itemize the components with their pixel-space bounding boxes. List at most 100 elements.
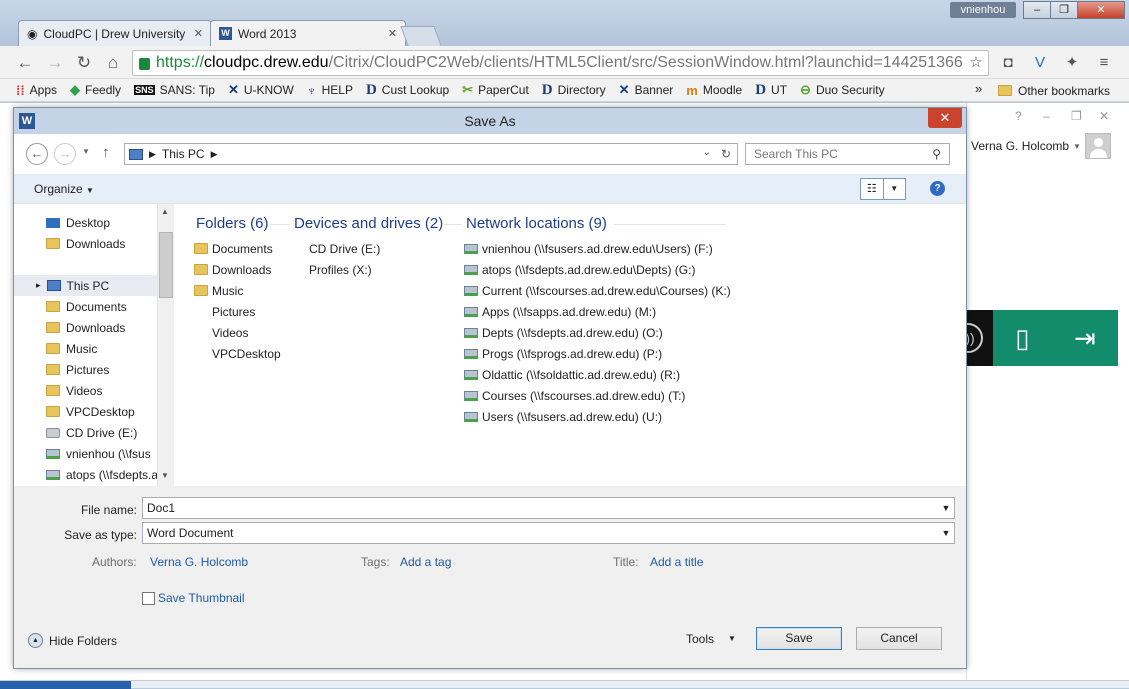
bookmarks-overflow-icon[interactable]: » [975, 81, 982, 96]
search-input[interactable]: Search This PC ⚲ [745, 143, 950, 165]
profile-badge[interactable]: vnienhou [950, 2, 1016, 18]
bookmark-duo[interactable]: ⊖ Duo Security [800, 82, 885, 98]
home-icon[interactable]: ⌂ [102, 52, 124, 74]
authors-value[interactable]: Verna G. Holcomb [150, 555, 248, 569]
forward-icon[interactable]: → [54, 143, 76, 165]
group-header-network[interactable]: Network locations (9) [466, 215, 607, 232]
forward-icon[interactable]: → [44, 52, 66, 74]
hide-folders-button[interactable]: ▲ Hide Folders [28, 633, 117, 648]
scroll-down-icon[interactable]: ▼ [161, 471, 169, 480]
up-icon[interactable]: ↑ [102, 144, 110, 161]
recent-locations-icon[interactable]: ▼ [82, 147, 90, 156]
new-tab-button[interactable] [400, 26, 442, 46]
network-item[interactable]: Depts (\\fsdepts.ad.drew.edu) (O:) [464, 322, 731, 343]
folders-item[interactable]: Music [194, 280, 281, 301]
network-item[interactable]: Current (\\fscourses.ad.drew.edu\Courses… [464, 280, 731, 301]
save-thumbnail-checkbox[interactable] [142, 592, 155, 605]
nav-item[interactable]: Pictures [14, 359, 157, 380]
devices-item[interactable]: Profiles (X:) [309, 259, 380, 280]
tab-cloudpc[interactable]: ◉ CloudPC | Drew University ✕ [18, 20, 212, 46]
tab-close-icon[interactable]: ✕ [194, 27, 203, 40]
folders-item[interactable]: Downloads [194, 259, 281, 280]
chevron-down-icon[interactable]: ▼ [938, 503, 954, 513]
nav-item[interactable]: atops (\\fsdepts.a [14, 464, 157, 485]
tab-close-icon[interactable]: ✕ [388, 27, 397, 40]
nav-item[interactable]: Music [14, 338, 157, 359]
folders-item[interactable]: VPCDesktop [194, 343, 281, 364]
scroll-up-icon[interactable]: ▲ [161, 207, 169, 216]
minimize-icon[interactable]: – [1043, 109, 1050, 123]
pocket-icon[interactable]: ◘ [998, 53, 1018, 73]
nav-item[interactable]: vnienhou (\\fsus [14, 443, 157, 464]
tab-word-2013[interactable]: W Word 2013 ✕ [210, 20, 406, 46]
extension-v-icon[interactable]: V [1030, 53, 1050, 73]
minimize-icon[interactable]: – [1023, 1, 1051, 19]
bookmark-apps[interactable]: ⁞⁞ Apps [16, 83, 57, 98]
other-bookmarks[interactable]: Other bookmarks [998, 79, 1110, 102]
nav-item[interactable]: Downloads [14, 317, 157, 338]
save-thumbnail-label[interactable]: Save Thumbnail [158, 591, 245, 605]
disconnect-icon[interactable]: ⇥ [1074, 323, 1096, 354]
expand-icon[interactable]: ▸ [36, 280, 41, 291]
bookmark-moodle[interactable]: m Moodle [686, 83, 742, 98]
location-breadcrumb[interactable]: ▶ This PC ▶ ⌄ ↻ [124, 143, 738, 165]
save-type-select[interactable]: Word Document ▼ [142, 522, 955, 544]
clipboard-icon[interactable]: ▯ [1015, 323, 1029, 354]
network-item[interactable]: Courses (\\fscourses.ad.drew.edu) (T:) [464, 385, 731, 406]
bookmark-u-know[interactable]: ✕ U-KNOW [228, 82, 294, 98]
extension-icon[interactable]: ✦ [1062, 53, 1082, 73]
network-item[interactable]: Users (\\fsusers.ad.drew.edu) (U:) [464, 406, 731, 427]
bookmark-papercut[interactable]: ✂ PaperCut [462, 82, 529, 98]
bookmark-sans[interactable]: SNS SANS: Tip [134, 83, 215, 97]
network-item[interactable]: Oldattic (\\fsoldattic.ad.drew.edu) (R:) [464, 364, 731, 385]
nav-item[interactable]: Desktop [14, 212, 157, 233]
nav-item[interactable]: Videos [14, 380, 157, 401]
bookmark-star-icon[interactable]: ☆ [966, 53, 986, 73]
close-window-icon[interactable]: ✕ [1077, 1, 1125, 19]
bookmark-banner[interactable]: ✕ Banner [619, 82, 674, 98]
nav-item[interactable]: CD Drive (E:) [14, 422, 157, 443]
nav-scrollbar[interactable]: ▲ ▼ [157, 204, 174, 486]
cancel-button[interactable]: Cancel [856, 627, 942, 650]
network-item[interactable]: Progs (\\fsprogs.ad.drew.edu) (P:) [464, 343, 731, 364]
back-icon[interactable]: ← [14, 52, 36, 74]
folders-item[interactable]: Documents [194, 238, 281, 259]
group-header-folders[interactable]: Folders (6) [196, 215, 269, 232]
help-icon[interactable]: ? [1015, 109, 1022, 123]
dialog-close-icon[interactable]: ✕ [928, 108, 962, 128]
nav-item[interactable]: Documents [14, 296, 157, 317]
network-item[interactable]: Apps (\\fsapps.ad.drew.edu) (M:) [464, 301, 731, 322]
reload-icon[interactable]: ↻ [73, 52, 95, 74]
save-button[interactable]: Save [756, 627, 842, 650]
restore-icon[interactable]: ❐ [1071, 109, 1082, 123]
nav-item[interactable]: Downloads [14, 233, 157, 254]
tools-menu[interactable]: Tools ▼ [686, 632, 736, 646]
organize-menu[interactable]: Organize ▼ [34, 182, 94, 196]
help-icon[interactable]: ? [930, 181, 945, 196]
bookmark-ut[interactable]: D UT [755, 82, 787, 99]
scroll-thumb[interactable] [159, 232, 173, 298]
nav-item[interactable]: VPCDesktop [14, 401, 157, 422]
group-header-devices[interactable]: Devices and drives (2) [294, 215, 443, 232]
menu-icon[interactable]: ≡ [1094, 53, 1114, 73]
back-icon[interactable]: ← [26, 143, 48, 165]
address-bar[interactable]: https:// cloudpc.drew.edu /Citrix/CloudP… [132, 50, 989, 76]
bookmark-feedly[interactable]: ◆ Feedly [70, 82, 121, 98]
folders-item[interactable]: Pictures [194, 301, 281, 322]
maximize-icon[interactable]: ❐ [1050, 1, 1078, 19]
network-item[interactable]: atops (\\fsdepts.ad.drew.edu\Depts) (G:) [464, 259, 731, 280]
tags-value[interactable]: Add a tag [400, 555, 451, 569]
file-name-input[interactable]: Doc1 ▼ [142, 497, 955, 519]
nav-item[interactable]: ▸ This PC [14, 275, 157, 296]
change-view-button[interactable]: ☷ ▼ [860, 178, 906, 200]
chevron-down-icon[interactable]: ⌄ [703, 147, 711, 161]
close-icon[interactable]: ✕ [1099, 109, 1109, 123]
title-value[interactable]: Add a title [650, 555, 703, 569]
bookmark-help[interactable]: ♆ HELP [307, 83, 353, 98]
folders-item[interactable]: Videos [194, 322, 281, 343]
bookmark-cust-lookup[interactable]: D Cust Lookup [366, 82, 449, 99]
user-account[interactable]: Verna G. Holcomb ▼ [971, 133, 1111, 159]
devices-item[interactable]: CD Drive (E:) [309, 238, 380, 259]
refresh-icon[interactable]: ↻ [721, 147, 731, 161]
bookmark-directory[interactable]: D Directory [542, 82, 606, 99]
